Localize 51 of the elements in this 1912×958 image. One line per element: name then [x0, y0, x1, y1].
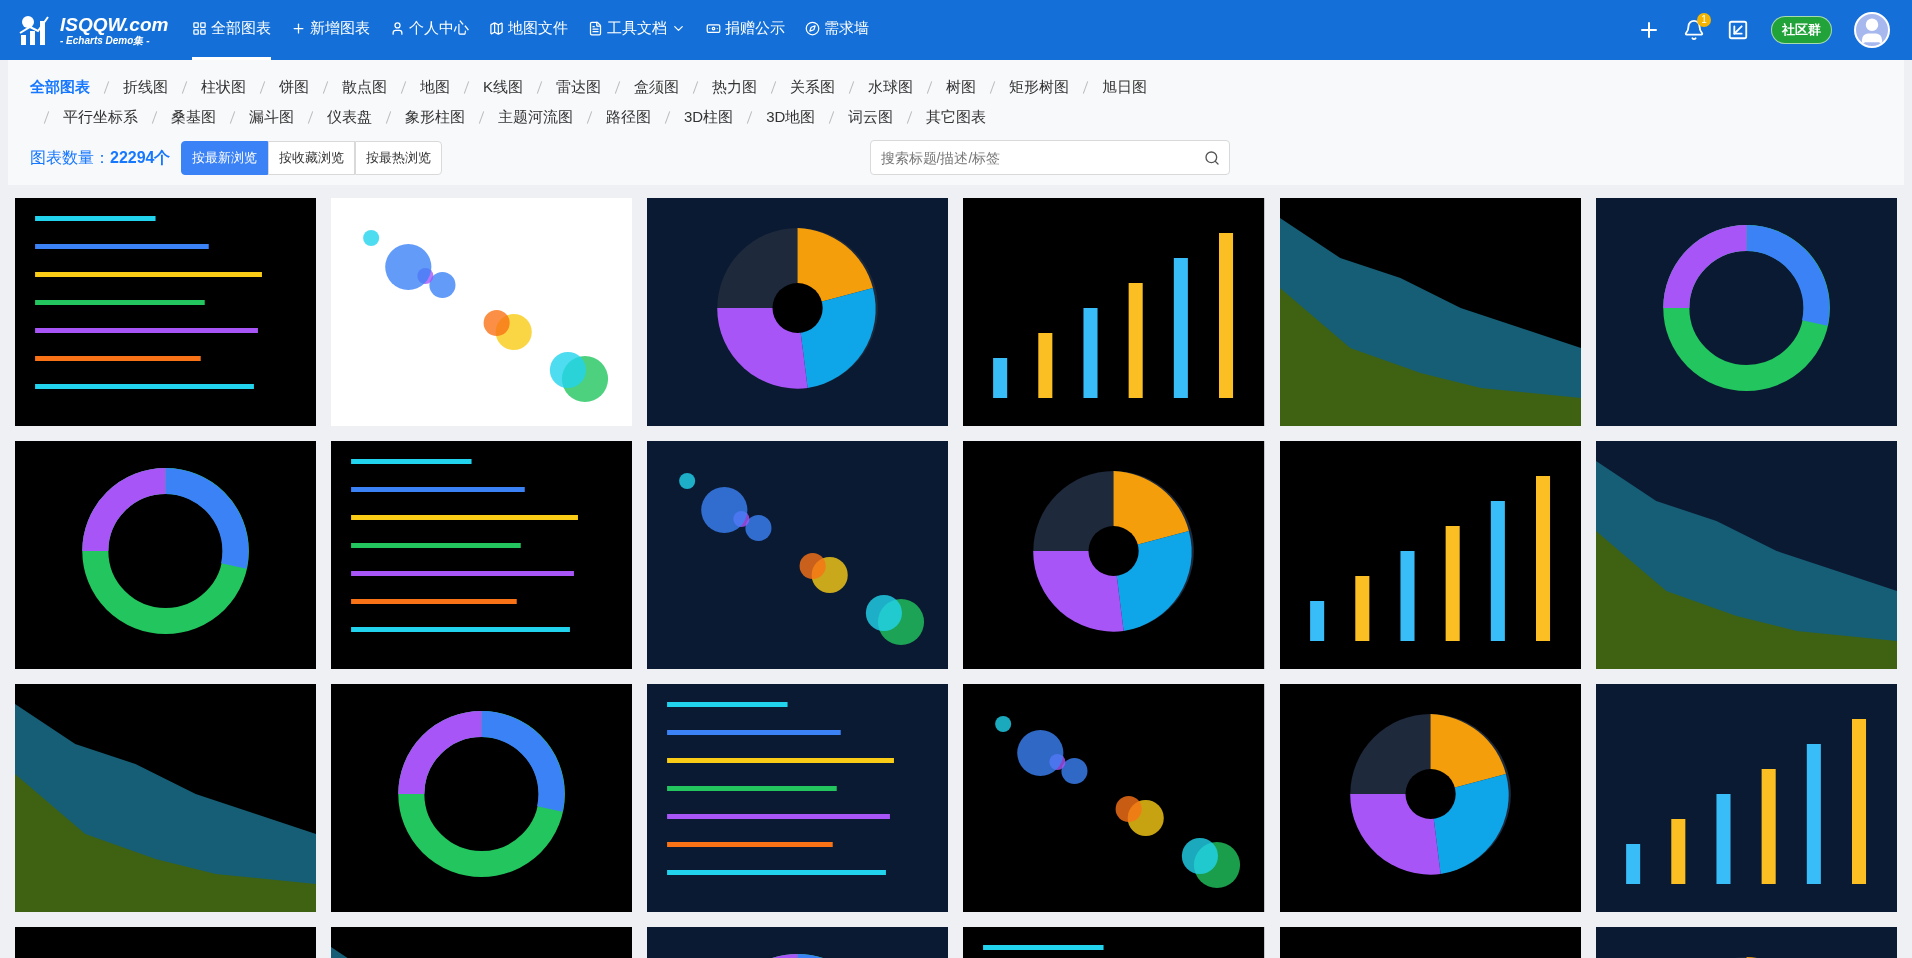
category-link[interactable]: 地图 [420, 75, 450, 99]
category-link[interactable]: 漏斗图 [249, 105, 294, 129]
nav-tab[interactable]: 需求墙 [805, 0, 870, 60]
nav-tab[interactable]: 新增图表 [291, 0, 371, 60]
notification-badge: 1 [1697, 13, 1711, 27]
sort-button[interactable]: 按最热浏览 [354, 140, 442, 175]
category-link[interactable]: 主题河流图 [498, 105, 573, 129]
nav-tab[interactable]: 地图文件 [489, 0, 569, 60]
logo-subtitle: - Echarts Demo集 - [60, 35, 150, 46]
category-link[interactable]: 3D地图 [766, 105, 816, 129]
category-link[interactable]: 树图 [946, 75, 976, 99]
category-link[interactable]: 雷达图 [556, 75, 601, 99]
category-link[interactable]: 其它图表 [926, 105, 987, 129]
search-icon[interactable] [1203, 150, 1220, 166]
banknote-icon [706, 21, 722, 36]
collapse-icon[interactable] [1727, 19, 1749, 41]
category-link[interactable]: 3D柱图 [684, 105, 734, 129]
chart-count: 图表数量：22294个 [30, 147, 171, 168]
user-icon [390, 21, 406, 36]
plus-icon [291, 21, 307, 36]
nav-tab[interactable]: 工具文档 [588, 0, 687, 60]
category-link[interactable]: 全部图表 [30, 75, 90, 99]
category-link[interactable]: 关系图 [790, 75, 835, 99]
sort-button[interactable]: 按收藏浏览 [267, 140, 355, 175]
category-link[interactable]: 旭日图 [1102, 75, 1147, 99]
category-link[interactable]: 散点图 [342, 75, 387, 99]
map-icon [489, 21, 505, 36]
document-icon [588, 21, 604, 36]
avatar[interactable] [1854, 12, 1890, 48]
category-link[interactable]: 水球图 [868, 75, 913, 99]
sort-button[interactable]: 按最新浏览 [180, 140, 268, 175]
category-link[interactable]: 平行坐标系 [63, 105, 138, 129]
category-link[interactable]: 盒须图 [634, 75, 679, 99]
category-link[interactable]: 折线图 [123, 75, 168, 99]
search-field[interactable]: 搜索标题/描述/标签 [869, 140, 1230, 175]
nav-tab[interactable]: 个人中心 [390, 0, 470, 60]
category-link[interactable]: K线图 [483, 75, 523, 99]
category-link[interactable]: 矩形树图 [1009, 75, 1069, 99]
compass-icon [805, 21, 821, 36]
category-link[interactable]: 饼图 [279, 75, 309, 99]
logo-title: ISQQW.com [60, 14, 169, 34]
logo-icon [18, 13, 52, 47]
category-link[interactable]: 热力图 [712, 75, 757, 99]
category-link[interactable]: 仪表盘 [327, 105, 372, 129]
grid-icon [192, 21, 208, 36]
category-link[interactable]: 象形柱图 [405, 105, 465, 129]
nav-tab[interactable]: 捐赠公示 [706, 0, 786, 60]
category-link[interactable]: 桑基图 [171, 105, 216, 129]
category-link[interactable]: 柱状图 [201, 75, 246, 99]
category-link[interactable]: 词云图 [848, 105, 894, 129]
category-link[interactable]: 路径图 [606, 105, 651, 129]
